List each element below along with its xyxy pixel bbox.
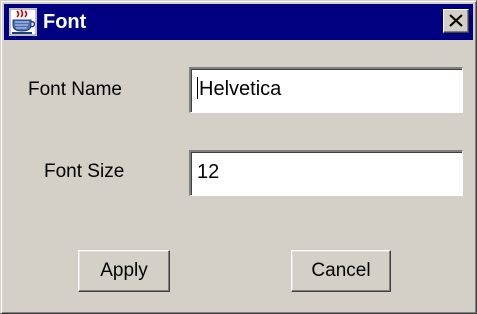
font-name-value: Helvetica <box>199 78 282 100</box>
font-size-label: Font Size <box>44 161 125 182</box>
font-size-value: 12 <box>197 161 220 183</box>
title-bar[interactable]: Font <box>4 4 473 40</box>
java-coffee-cup-icon <box>9 8 37 36</box>
font-size-field[interactable]: 12 <box>189 150 463 196</box>
close-button[interactable] <box>443 9 469 33</box>
window-title: Font <box>43 11 87 33</box>
text-caret <box>197 77 198 99</box>
cancel-button[interactable]: Cancel <box>291 250 391 292</box>
apply-button[interactable]: Apply <box>78 250 170 292</box>
font-name-label: Font Name <box>28 79 122 100</box>
font-name-field[interactable]: Helvetica <box>189 67 463 113</box>
font-dialog: Font Font Name Helvetica Font Size 12 Ap… <box>0 0 477 314</box>
